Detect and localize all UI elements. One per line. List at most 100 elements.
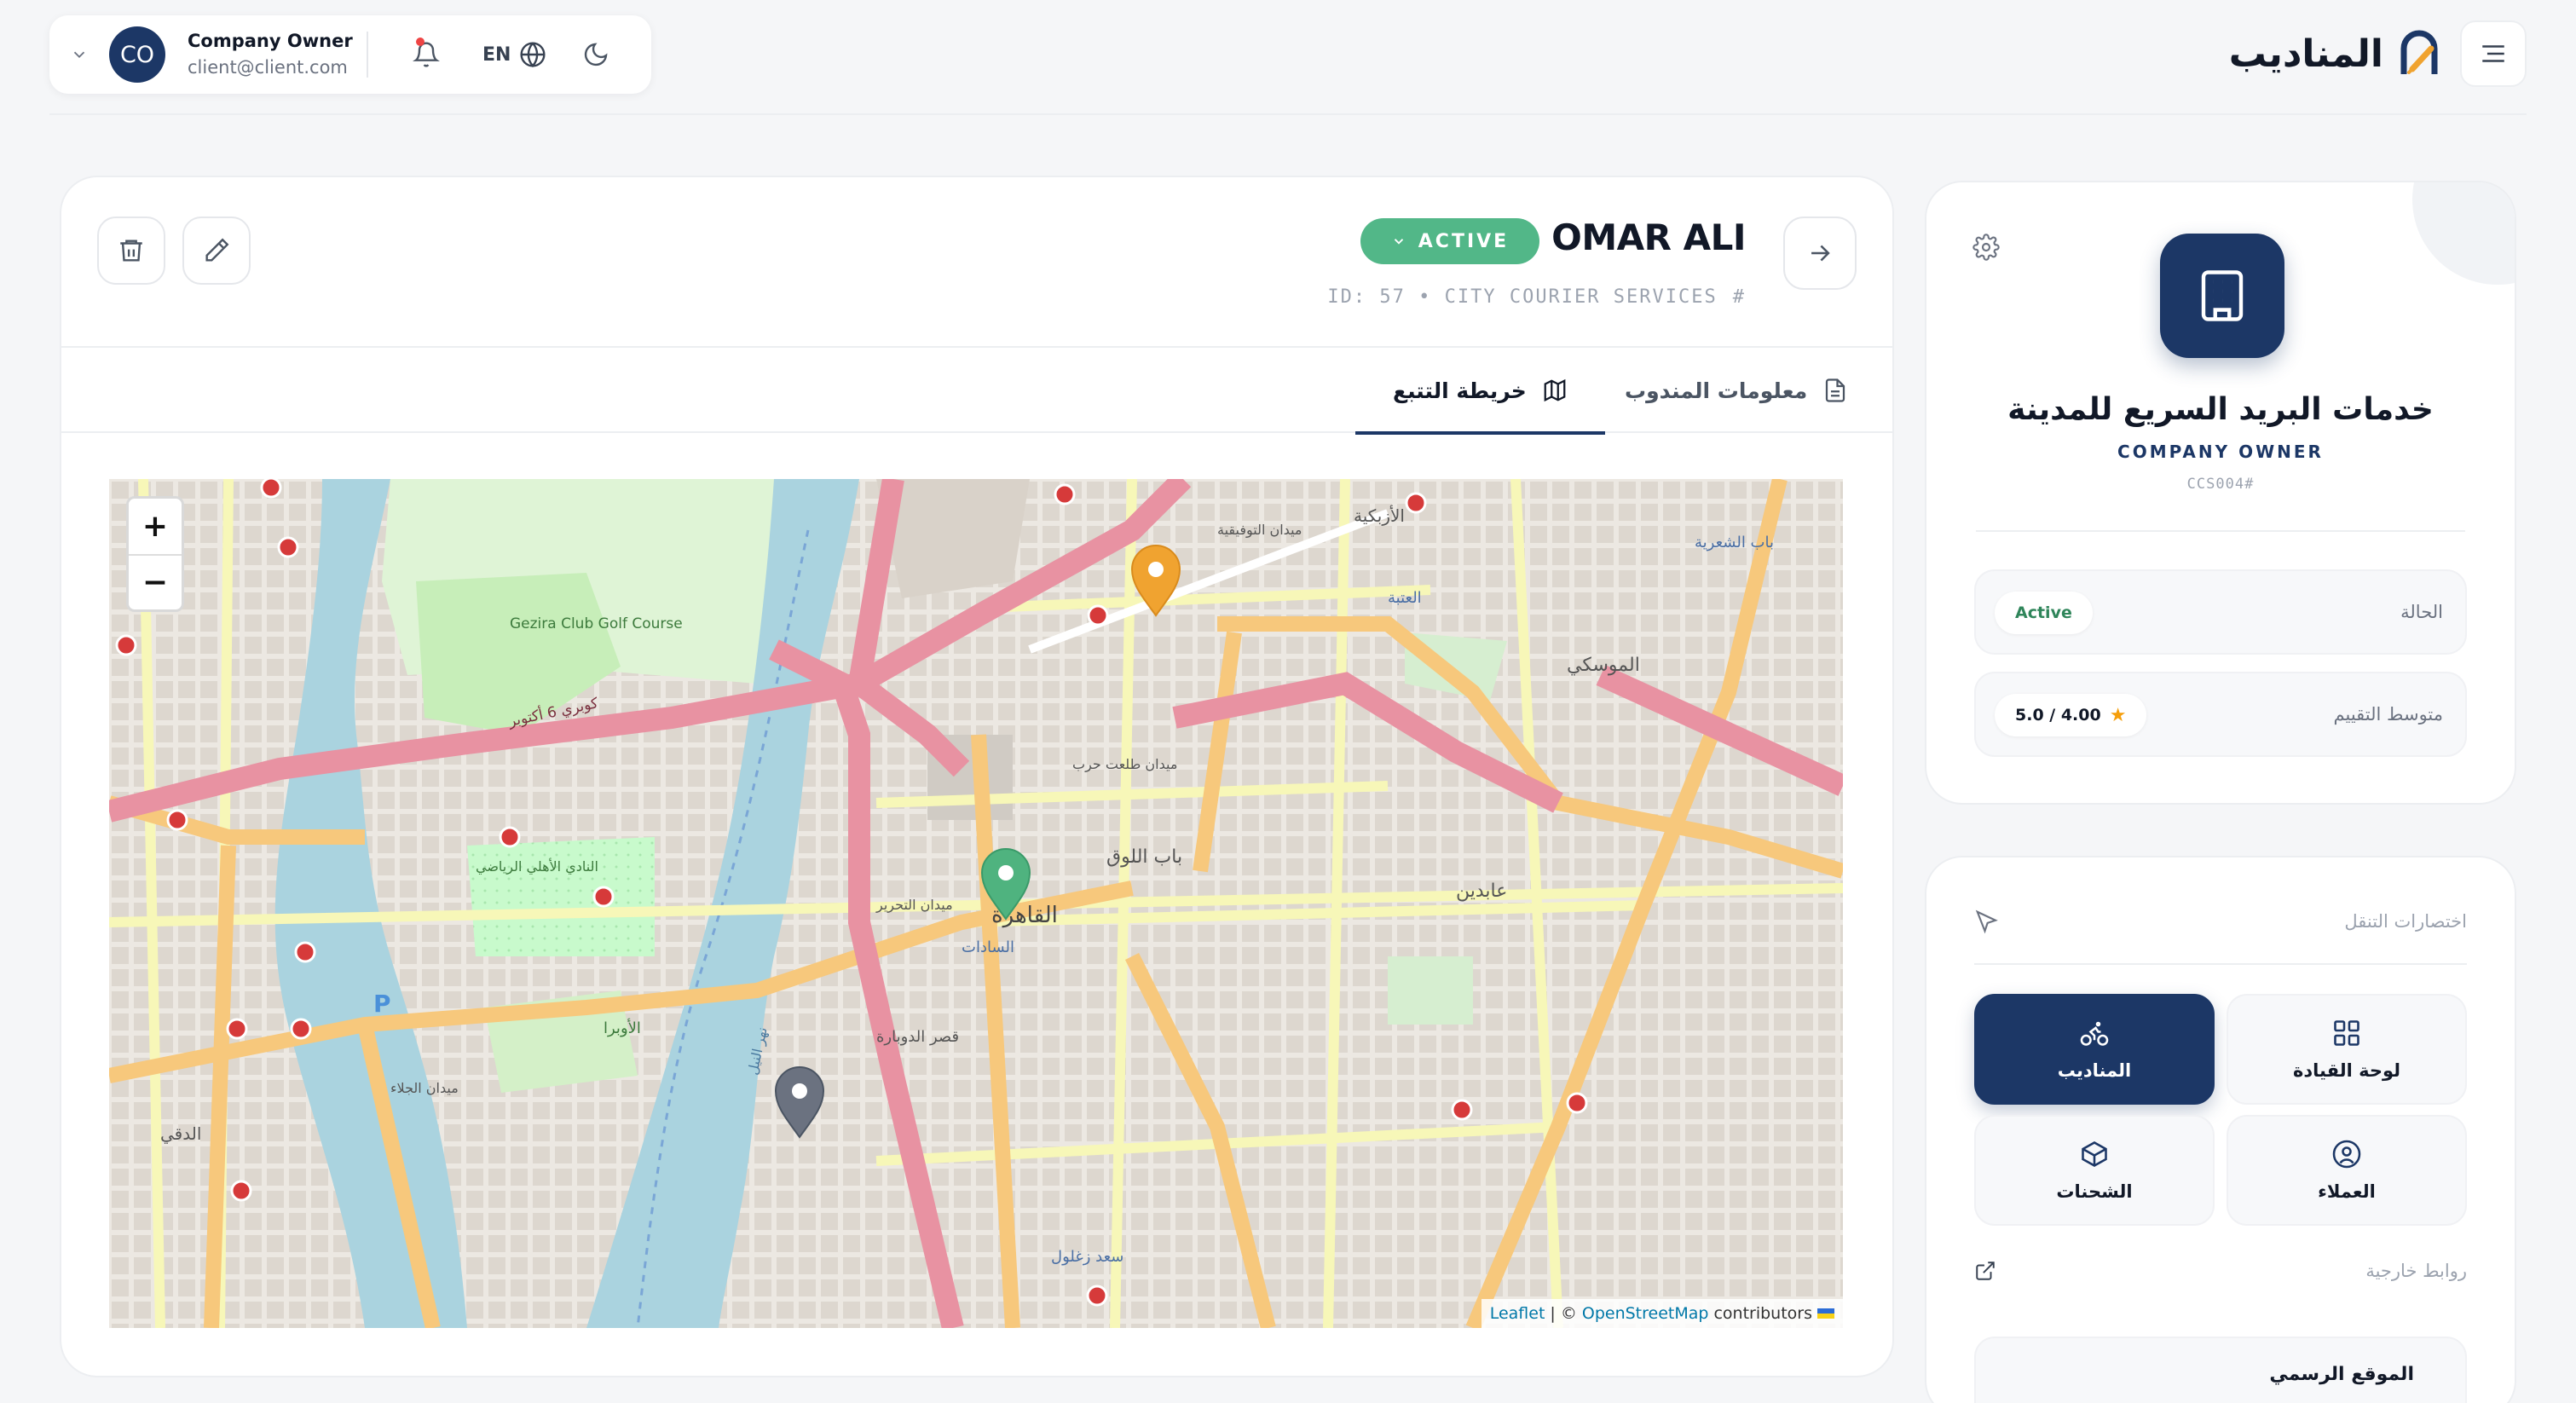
label-muski: الموسكي (1567, 655, 1640, 676)
tab-label: معلومات المندوب (1625, 378, 1808, 403)
trash-icon (120, 240, 142, 262)
nav-tile-clients[interactable]: العملاء (2227, 1115, 2467, 1226)
label-abdeen: عابدين (1456, 880, 1507, 902)
language-code: EN (482, 43, 511, 66)
sports-club (467, 837, 655, 956)
cursor-arrow-icon (1975, 909, 1998, 934)
label-opera: الأوبرا (604, 1019, 641, 1037)
company-logo (2160, 234, 2284, 358)
arrow-right-icon (1811, 245, 1830, 262)
file-text-icon (1826, 378, 1845, 402)
account-email: client@client.com (188, 57, 348, 78)
osm-link[interactable]: OpenStreetMap (1582, 1304, 1709, 1323)
external-link-icon (1976, 1262, 1995, 1280)
leaflet-link[interactable]: Leaflet (1490, 1304, 1545, 1323)
account-name: Company Owner (188, 30, 353, 51)
brand-logo-icon (2400, 30, 2438, 74)
nav-tile-label: الشحنات (2056, 1181, 2133, 1202)
tab-label: خريطة التتبع (1393, 378, 1527, 403)
bike-icon (2080, 1021, 2109, 1046)
delete-button[interactable] (97, 217, 165, 285)
external-links-title: روابط خارجية (2365, 1261, 2467, 1281)
nav-tile-riders[interactable]: المناديب (1974, 994, 2215, 1105)
label-club: النادي الأهلي الرياضي (476, 857, 598, 875)
nav-tile-label: العملاء (2318, 1181, 2376, 1202)
navigation-shortcuts-card: اختصارات التنقل المناديب لوحة القيادة ال… (1925, 856, 2516, 1403)
status-badge: Active (1995, 592, 2093, 634)
rider-name: OMAR ALI (1551, 217, 1746, 258)
zoom-out-button[interactable]: − (129, 554, 182, 609)
status-label: الحالة (2400, 602, 2443, 622)
notifications-button[interactable] (401, 29, 452, 80)
external-link-website[interactable]: الموقع الرسمي (1974, 1337, 2467, 1403)
company-name: خدمات البريد السريع للمدينة (2007, 392, 2434, 427)
menu-button[interactable] (2460, 20, 2527, 87)
header-divider (49, 113, 2527, 115)
parking-icon: P (373, 990, 391, 1018)
rider-id-line: ID: 57 • CITY COURIER SERVICES # (1327, 286, 1746, 308)
moon-icon (585, 43, 608, 66)
label-midan-galaa: ميدان الجلاء (390, 1080, 459, 1096)
label-tahrir: ميدان التحرير (875, 897, 953, 914)
company-code: CCS004# (2186, 476, 2255, 493)
chevron-down-icon (1394, 239, 1403, 245)
zoom-in-button[interactable]: + (129, 499, 182, 554)
rider-id: ID: 57 • CITY COURIER SERVICES (1327, 286, 1718, 308)
pencil-icon (205, 238, 229, 262)
status-row: Active الحالة (1974, 569, 2467, 655)
account-menu[interactable]: CO Company Owner client@client.com EN (49, 15, 651, 94)
rating-value: 5.0 / 4.00 (2015, 706, 2101, 725)
avatar[interactable]: CO (109, 26, 165, 83)
label-azbakeya: الأزبكية (1354, 505, 1405, 526)
rating-row: 5.0 / 4.00 ★ متوسط التقييم (1974, 672, 2467, 757)
rider-tabs: خريطة التتبع معلومات المندوب (61, 348, 1892, 435)
map-attribution: Leaflet | © OpenStreetMap contributors (1481, 1299, 1843, 1328)
map-tiles[interactable]: P القاهرة السادات Gezira Club Golf Cours… (109, 479, 1843, 1328)
map-icon (1544, 378, 1566, 402)
globe-icon (520, 42, 546, 68)
gear-icon (1972, 234, 2000, 261)
decoration (2412, 182, 2515, 285)
nav-title: اختصارات التنقل (2344, 911, 2467, 932)
star-icon: ★ (2109, 704, 2127, 726)
rider-details-card: ACTIVE OMAR ALI ID: 57 • CITY COURIER SE… (60, 176, 1894, 1377)
hash-icon: # (1732, 286, 1746, 308)
building-icon (2201, 270, 2244, 321)
chevron-down-icon[interactable] (49, 15, 109, 94)
status-badge[interactable]: ACTIVE (1360, 218, 1539, 264)
back-button[interactable] (1783, 217, 1857, 290)
rating-label: متوسط التقييم (2333, 704, 2443, 725)
external-link-label: الموقع الرسمي (2269, 1364, 2414, 1385)
edit-button[interactable] (182, 217, 251, 285)
tab-rider-info[interactable]: معلومات المندوب (1625, 348, 1848, 433)
label-ataba: العتبة (1388, 589, 1422, 607)
status-label: ACTIVE (1418, 230, 1510, 252)
settings-button[interactable] (1972, 234, 2000, 264)
ukraine-flag-icon (1817, 1308, 1834, 1319)
package-icon (2082, 1141, 2107, 1167)
nav-tile-label: لوحة القيادة (2292, 1060, 2401, 1081)
menu-icon (2482, 45, 2504, 62)
language-switcher[interactable]: EN (482, 41, 546, 68)
label-golf: Gezira Club Golf Course (510, 615, 683, 632)
label-bab-luq: باب اللوق (1106, 846, 1182, 868)
label-talaat: ميدان طلعت حرب (1072, 756, 1177, 773)
zoom-control: + − (126, 496, 184, 612)
company-card: خدمات البريد السريع للمدينة COMPANY OWNE… (1925, 181, 2516, 805)
tab-tracking-map[interactable]: خريطة التتبع (1355, 348, 1605, 435)
divider (1974, 963, 2467, 965)
brand[interactable]: المناديب (2229, 24, 2441, 84)
rider-header: ACTIVE OMAR ALI ID: 57 • CITY COURIER SE… (61, 177, 1892, 348)
label-tawfikia: ميدان التوفيقية (1217, 522, 1302, 539)
divider (1976, 530, 2465, 532)
attribution-separator: | © (1550, 1304, 1577, 1323)
nav-tile-dashboard[interactable]: لوحة القيادة (2227, 994, 2467, 1105)
label-saad-zaghloul: سعد زغلول (1051, 1248, 1123, 1266)
company-role: COMPANY OWNER (2117, 442, 2324, 462)
label-dokki: الدقي (160, 1123, 201, 1145)
nav-tile-shipments[interactable]: الشحنات (1974, 1115, 2215, 1226)
tracking-map[interactable]: P القاهرة السادات Gezira Club Golf Cours… (109, 479, 1843, 1328)
attribution-contributors: contributors (1713, 1304, 1812, 1323)
theme-toggle[interactable] (570, 29, 621, 80)
dashboard-icon (2334, 1020, 2359, 1046)
